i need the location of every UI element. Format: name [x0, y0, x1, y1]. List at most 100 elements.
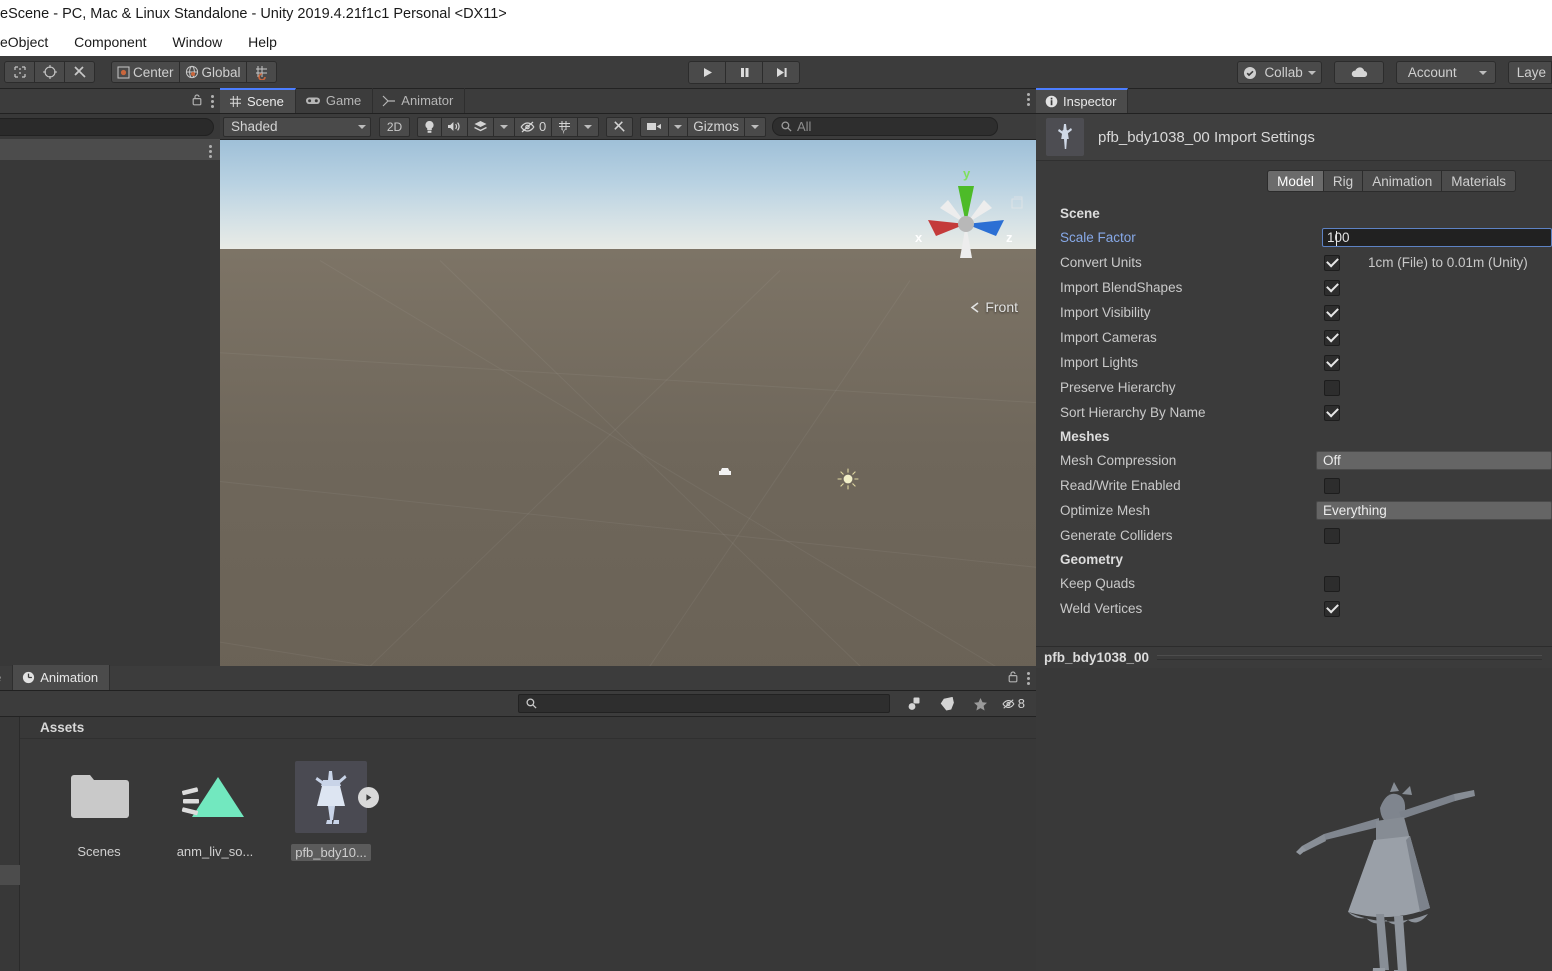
project-folder-tree[interactable]	[0, 717, 20, 971]
project-search-input[interactable]	[518, 694, 890, 713]
menu-item-gameobject[interactable]: eObject	[0, 28, 59, 56]
toggle-2d-button[interactable]: 2D	[379, 116, 410, 137]
scale-factor-input[interactable]: 100	[1322, 228, 1552, 247]
preview-asset-name: pfb_bdy1038_00	[1044, 650, 1150, 665]
import-lights-checkbox[interactable]	[1324, 354, 1340, 371]
scene-grid-icon[interactable]: Y	[551, 116, 579, 137]
grid-snap-icon[interactable]	[245, 61, 277, 83]
hidden-assets-toggle[interactable]: 8	[997, 694, 1030, 714]
asset-item-model-prefab[interactable]: pfb_bdy10...	[284, 761, 379, 861]
light-gizmo-icon[interactable]	[836, 467, 860, 491]
property-row-mesh-compression: Mesh Compression Off	[1036, 448, 1552, 473]
asset-preview-viewport[interactable]	[1036, 668, 1552, 971]
tab-model[interactable]: Model	[1267, 170, 1324, 192]
account-button[interactable]: Account	[1395, 61, 1496, 84]
layers-button[interactable]: Laye	[1507, 61, 1552, 84]
orientation-text: Front	[985, 299, 1018, 315]
gizmos-dropdown-caret[interactable]	[744, 116, 766, 137]
camera-gizmo-icon[interactable]	[718, 466, 732, 478]
scene-menu-icon[interactable]	[1027, 93, 1030, 106]
optimize-mesh-dropdown[interactable]: Everything	[1316, 501, 1552, 520]
scene-row-menu-icon[interactable]	[209, 145, 212, 158]
tab-animation[interactable]: Animation	[1362, 170, 1443, 192]
tab-rig[interactable]: Rig	[1322, 170, 1364, 192]
hidden-objects-count: 0	[539, 119, 547, 134]
hierarchy-menu-icon[interactable]	[211, 94, 214, 108]
character-preview-model	[1296, 782, 1475, 971]
keep-quads-checkbox[interactable]	[1324, 575, 1340, 592]
tab-materials[interactable]: Materials	[1441, 170, 1516, 192]
rect-transform-tool-icon[interactable]	[4, 61, 35, 83]
tab-inspector[interactable]: Inspector	[1036, 88, 1129, 113]
pause-icon[interactable]	[725, 61, 763, 84]
handle-space-button[interactable]: Global	[178, 61, 247, 83]
play-icon[interactable]	[688, 61, 726, 84]
pivot-handle-group: Center Global	[111, 61, 277, 83]
hierarchy-scene-row[interactable]	[0, 139, 220, 160]
effects-dropdown-caret[interactable]	[493, 116, 515, 137]
asset-type-filter-icon[interactable]	[898, 694, 931, 714]
sort-hierarchy-checkbox[interactable]	[1324, 404, 1340, 421]
scene-visibility-toggle[interactable]: 0	[514, 116, 553, 137]
property-label: Keep Quads	[1060, 576, 1136, 591]
clock-icon	[23, 671, 35, 684]
favorite-icon[interactable]	[964, 694, 997, 714]
menu-item-component[interactable]: Component	[63, 28, 157, 56]
lock-icon[interactable]	[191, 93, 203, 109]
project-menu-icon[interactable]	[1027, 671, 1030, 685]
preview-header[interactable]: pfb_bdy1038_00	[1036, 646, 1552, 668]
inspector-panel: Inspector pfb_bdy1038_00 Import Settings	[1036, 88, 1552, 971]
convert-units-checkbox[interactable]	[1324, 254, 1340, 271]
importer-tab-label: Model	[1277, 173, 1314, 189]
draw-mode-dropdown[interactable]: Shaded	[223, 116, 371, 137]
tools-icon[interactable]	[606, 116, 634, 137]
tab-console[interactable]: e	[0, 665, 14, 690]
menu-item-window[interactable]: Window	[161, 28, 233, 56]
perspective-toggle-icon[interactable]	[1010, 196, 1024, 211]
menu-item-help[interactable]: Help	[237, 28, 288, 56]
asset-item-scenes[interactable]: Scenes	[52, 761, 146, 861]
tab-scene[interactable]: Scene	[220, 88, 296, 113]
scene-viewport[interactable]: y x z Front	[220, 140, 1036, 691]
weld-vertices-checkbox[interactable]	[1324, 600, 1340, 617]
hierarchy-search-input[interactable]	[0, 118, 214, 136]
camera-dropdown-caret[interactable]	[668, 116, 689, 137]
effects-icon[interactable]	[467, 116, 494, 137]
grid-dropdown-caret[interactable]	[577, 116, 600, 137]
step-icon[interactable]	[762, 61, 800, 84]
project-asset-grid[interactable]: Assets Scenes anm_liv_so... pfb_bdy10...	[20, 717, 1036, 971]
label-filter-icon[interactable]	[931, 694, 964, 714]
scene-axis-gizmo[interactable]: y x z	[914, 160, 1018, 290]
collab-button[interactable]: Collab	[1237, 61, 1322, 84]
property-row-import-visibility: Import Visibility	[1036, 300, 1552, 325]
property-label: Import BlendShapes	[1060, 280, 1183, 295]
lightbulb-icon[interactable]	[417, 116, 442, 137]
gizmos-button[interactable]: Gizmos	[687, 116, 745, 137]
lock-icon[interactable]	[1007, 670, 1019, 686]
folder-tree-selected-row[interactable]	[0, 865, 20, 885]
speaker-icon[interactable]	[441, 116, 468, 137]
import-visibility-checkbox[interactable]	[1324, 304, 1340, 321]
move-rotate-tool-icon[interactable]	[34, 61, 65, 83]
scene-search-input[interactable]: All	[772, 117, 998, 136]
property-label: Import Visibility	[1060, 305, 1151, 320]
tab-animator[interactable]: Animator	[373, 88, 466, 113]
mesh-compression-dropdown[interactable]: Off	[1316, 451, 1552, 470]
import-cameras-checkbox[interactable]	[1324, 329, 1340, 346]
camera-icon[interactable]	[640, 116, 670, 137]
tab-game[interactable]: Game	[296, 88, 374, 113]
pivot-mode-button[interactable]: Center	[111, 61, 180, 83]
read-write-enabled-checkbox[interactable]	[1324, 477, 1340, 494]
hierarchy-item-main-camera[interactable]: a	[0, 160, 220, 181]
generate-colliders-checkbox[interactable]	[1324, 527, 1340, 544]
preserve-hierarchy-checkbox[interactable]	[1324, 379, 1340, 396]
handle-space-label: Global	[201, 64, 241, 80]
cloud-icon[interactable]	[1333, 61, 1384, 84]
asset-item-animation-clip[interactable]: anm_liv_so...	[168, 761, 262, 861]
import-blendshapes-checkbox[interactable]	[1324, 279, 1340, 296]
custom-tool-icon[interactable]	[64, 61, 95, 83]
preview-play-icon[interactable]	[358, 787, 379, 808]
page-title: pfb_bdy1038_00 Import Settings	[1098, 128, 1315, 146]
hierarchy-item-directional-light[interactable]: ight	[0, 181, 220, 202]
tab-animation[interactable]: Animation	[13, 665, 111, 690]
